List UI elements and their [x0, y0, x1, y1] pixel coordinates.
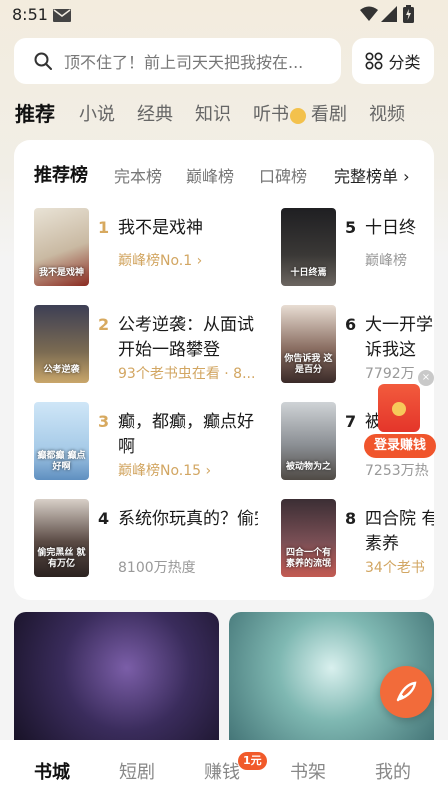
rank-number: 4: [98, 509, 110, 528]
cover-text: 四合一个有 素养的流氓: [285, 548, 331, 569]
rank-tab-reputation[interactable]: 口碑榜: [259, 163, 307, 187]
rank-number: 1: [98, 218, 110, 237]
nav-earn[interactable]: 赚钱: [204, 758, 240, 784]
wifi-icon: [360, 6, 378, 21]
full-list-link[interactable]: 完整榜单 ›: [334, 163, 410, 187]
signal-icon: [381, 6, 397, 22]
tab-knowledge[interactable]: 知识: [195, 100, 231, 126]
battery-icon: [403, 5, 414, 23]
tab-drama[interactable]: 看剧: [311, 100, 347, 126]
book-meta[interactable]: 巅峰榜No.15 ›: [118, 460, 211, 480]
ranking-card: 推荐榜 完本榜 巅峰榜 口碑榜 完整榜单 › 我不是戏神 1 我不是戏神 巅峰榜…: [14, 140, 434, 600]
bottom-nav: 书城 短剧 赚钱 1元 书架 我的: [0, 740, 448, 796]
tab-classic[interactable]: 经典: [137, 100, 173, 126]
quill-icon: [396, 681, 417, 702]
book-meta: 8100万热度: [118, 560, 196, 576]
book-title: 癫，都癫，癫点好啊: [118, 412, 254, 457]
book-cover[interactable]: 被动物为之: [281, 402, 336, 480]
rank-number: 5: [345, 218, 357, 237]
book-title: 公考逆袭：从面试开始一路攀登: [118, 315, 254, 360]
tab-recommend[interactable]: 推荐: [15, 98, 55, 127]
book-cover[interactable]: 癫都癫 癫点好啊: [34, 402, 89, 480]
nav-bookstore[interactable]: 书城: [34, 758, 70, 784]
book-cover[interactable]: 四合一个有 素养的流氓: [281, 499, 336, 577]
search-icon: [34, 52, 52, 70]
category-button[interactable]: 分类: [352, 38, 434, 84]
category-label: 分类: [388, 53, 421, 72]
close-icon[interactable]: ×: [418, 370, 434, 386]
feed-cover-left[interactable]: [14, 612, 219, 752]
write-button[interactable]: [380, 666, 432, 718]
cover-text: 被动物为之: [285, 461, 331, 472]
rank-tab-recommend[interactable]: 推荐榜: [34, 161, 88, 187]
book-title: 四合院 有素养: [365, 509, 434, 554]
status-bar: 8:51: [0, 0, 448, 30]
book-title: 十日终: [365, 218, 416, 238]
rank-tab-completed[interactable]: 完本榜: [114, 163, 162, 187]
channel-tabs: 推荐 小说 经典 知识 听书 看剧 视频: [0, 96, 448, 132]
rank-number: 3: [98, 412, 110, 431]
search-input[interactable]: 顶不住了！前上司天天把我按在...: [14, 38, 341, 84]
cover-text: 我不是戏神: [38, 267, 84, 278]
book-title: 系统你玩真的？偷完黑丝就有万...: [118, 509, 258, 529]
cover-text: 偷完黑丝 就有万亿: [37, 548, 86, 569]
status-time: 8:51: [12, 5, 48, 24]
login-earn-widget[interactable]: × 登录赚钱: [364, 370, 436, 462]
tab-novel[interactable]: 小说: [79, 100, 115, 126]
book-item[interactable]: 四合一个有 素养的流氓 8 四合院 有素养 34个老书: [281, 499, 434, 579]
tab-video[interactable]: 视频: [369, 100, 405, 126]
book-meta: 34个老书: [365, 560, 425, 576]
book-cover[interactable]: 偷完黑丝 就有万亿: [34, 499, 89, 577]
cover-text: 癫都癫 癫点好啊: [37, 451, 86, 472]
grid-icon: [365, 52, 383, 70]
book-meta: 7253万热: [365, 463, 429, 479]
book-meta[interactable]: 巅峰榜: [365, 250, 407, 270]
book-cover[interactable]: 你告诉我 这是百分: [281, 305, 336, 383]
rank-tab-peak[interactable]: 巅峰榜: [186, 163, 234, 187]
nav-bookshelf[interactable]: 书架: [290, 758, 326, 784]
rank-number: 7: [345, 412, 357, 431]
coin-icon: [290, 108, 306, 124]
nav-mine[interactable]: 我的: [375, 758, 411, 784]
search-placeholder: 顶不住了！前上司天天把我按在...: [64, 53, 304, 72]
red-packet-icon: [378, 384, 420, 432]
rank-number: 6: [345, 315, 357, 334]
earn-badge: 1元: [238, 752, 267, 770]
rank-number: 8: [345, 509, 357, 528]
book-title: 我不是戏神: [118, 218, 203, 238]
book-cover[interactable]: 公考逆袭: [34, 305, 89, 383]
tab-audiobook[interactable]: 听书: [253, 100, 289, 126]
rank-number: 2: [98, 315, 110, 334]
mail-icon: [53, 9, 71, 22]
nav-short-drama[interactable]: 短剧: [119, 758, 155, 784]
ranking-tabs: 推荐榜 完本榜 巅峰榜 口碑榜 完整榜单 ›: [14, 160, 434, 186]
login-earn-label[interactable]: 登录赚钱: [364, 434, 436, 458]
book-cover[interactable]: 我不是戏神: [34, 208, 89, 286]
cover-text: 十日终焉: [290, 267, 327, 278]
cover-text: 公考逆袭: [43, 364, 80, 375]
book-item[interactable]: 十日终焉 5 十日终 巅峰榜: [281, 208, 434, 288]
book-item[interactable]: 你告诉我 这是百分 6 大一开学 诉我这 7792万: [281, 305, 434, 385]
book-title: 大一开学 诉我这: [365, 315, 433, 360]
book-meta: 93个老书虫在看 · 8...: [118, 366, 256, 382]
cover-text: 你告诉我 这是百分: [284, 354, 333, 375]
book-meta[interactable]: 巅峰榜No.1 ›: [118, 250, 202, 270]
book-cover[interactable]: 十日终焉: [281, 208, 336, 286]
